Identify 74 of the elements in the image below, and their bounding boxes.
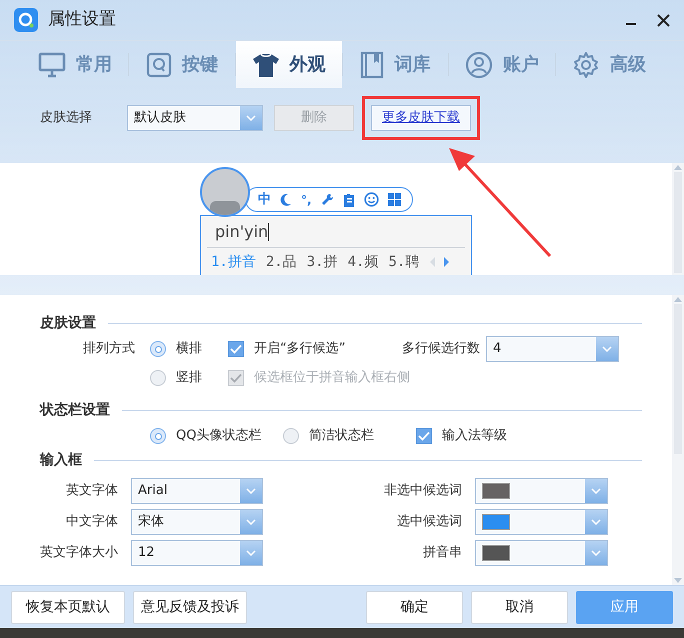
chevron-down-icon [591, 550, 601, 556]
dropdown-field[interactable] [475, 478, 608, 504]
field-label: 拼音串 [422, 544, 462, 562]
pinyin-text: pin'yin [215, 220, 268, 242]
radio-button[interactable] [150, 341, 166, 357]
dropdown-field[interactable] [475, 508, 608, 534]
mode-indicator[interactable]: 中 [258, 190, 271, 210]
monitor-icon [38, 52, 66, 78]
section-title: 状态栏设置 [40, 400, 110, 420]
window-title: 属性设置 [48, 8, 116, 32]
section-title: 皮肤设置 [40, 314, 96, 332]
footer-button[interactable]: 意见反馈及投诉 [133, 590, 247, 624]
smiley-icon[interactable] [364, 192, 379, 207]
tshirt-icon [252, 52, 280, 78]
footer-button[interactable]: 确定 [366, 590, 463, 624]
candidate-word[interactable]: 5.聘 [388, 252, 420, 272]
chevron-down-icon [591, 518, 601, 524]
scrollbar[interactable] [672, 295, 684, 585]
field-label: 英文字体大小 [39, 544, 118, 562]
scrollbar[interactable] [672, 163, 684, 275]
download-link[interactable]: 更多皮肤下载 [371, 105, 471, 131]
app-logo-icon [14, 8, 38, 32]
dropdown-field[interactable]: 4 [486, 336, 619, 362]
key-q-icon [146, 52, 172, 78]
close-icon[interactable] [657, 14, 670, 26]
page-arrows-icon[interactable] [429, 257, 452, 267]
chevron-down-icon [246, 518, 256, 524]
dropdown-field[interactable]: 默认皮肤 [127, 105, 263, 131]
chevron-down-icon [246, 550, 256, 556]
dropdown-field[interactable] [475, 540, 608, 566]
radio-button[interactable] [150, 428, 166, 444]
checkbox-label: 输入法等级 [442, 427, 507, 446]
field-label: 非选中候选词 [383, 482, 462, 500]
candidate-word[interactable]: 3.拼 [306, 252, 338, 272]
chevron-down-icon [246, 115, 256, 121]
moon-icon[interactable] [280, 193, 292, 206]
checkbox[interactable] [416, 428, 432, 444]
grid-icon[interactable] [388, 193, 401, 206]
radio-label: 横排 [176, 340, 202, 358]
book-icon [360, 50, 384, 78]
dropdown-field[interactable]: 12 [131, 540, 263, 566]
radio-button[interactable] [150, 370, 166, 386]
chevron-down-icon [246, 488, 256, 494]
gear-icon [572, 50, 600, 78]
candidate-word[interactable]: 2.品 [266, 252, 297, 272]
radio-button[interactable] [283, 428, 299, 444]
radio-label: 竖排 [176, 369, 202, 388]
checkbox-label: 开启“多行候选” [254, 340, 346, 358]
clipboard-icon[interactable] [342, 192, 355, 206]
scroll-up-icon[interactable] [674, 165, 682, 170]
tab[interactable]: 外观 [236, 41, 342, 88]
scroll-down-icon[interactable] [674, 578, 682, 583]
chevron-down-icon [591, 488, 601, 494]
field-label: 英文字体 [65, 482, 118, 500]
chevron-down-icon [602, 346, 612, 352]
punctuation-indicator[interactable]: °, [301, 190, 312, 208]
field-label: 排列方式 [82, 340, 135, 358]
dropdown-field[interactable]: Arial [131, 478, 263, 504]
field-label: 皮肤选择 [40, 109, 93, 128]
wrench-icon[interactable] [320, 193, 334, 206]
footer-button[interactable]: 取消 [471, 590, 568, 624]
scroll-up-icon[interactable] [674, 297, 682, 302]
field-label: 中文字体 [65, 512, 118, 531]
dropdown-field[interactable]: 宋体 [131, 508, 263, 534]
footer-button[interactable]: 恢复本页默认 [11, 590, 125, 624]
checkbox-label: 候选框位于拼音输入框右侧 [254, 369, 410, 388]
radio-label: QQ头像状态栏 [176, 427, 262, 446]
section-title: 输入框 [40, 450, 82, 470]
checkbox[interactable] [228, 341, 244, 357]
field-label: 多行候选行数 [401, 340, 480, 358]
field-label: 选中候选词 [396, 512, 462, 531]
radio-label: 简洁状态栏 [309, 427, 374, 446]
candidate-word[interactable]: 4.频 [348, 252, 378, 272]
user-icon [465, 50, 494, 78]
